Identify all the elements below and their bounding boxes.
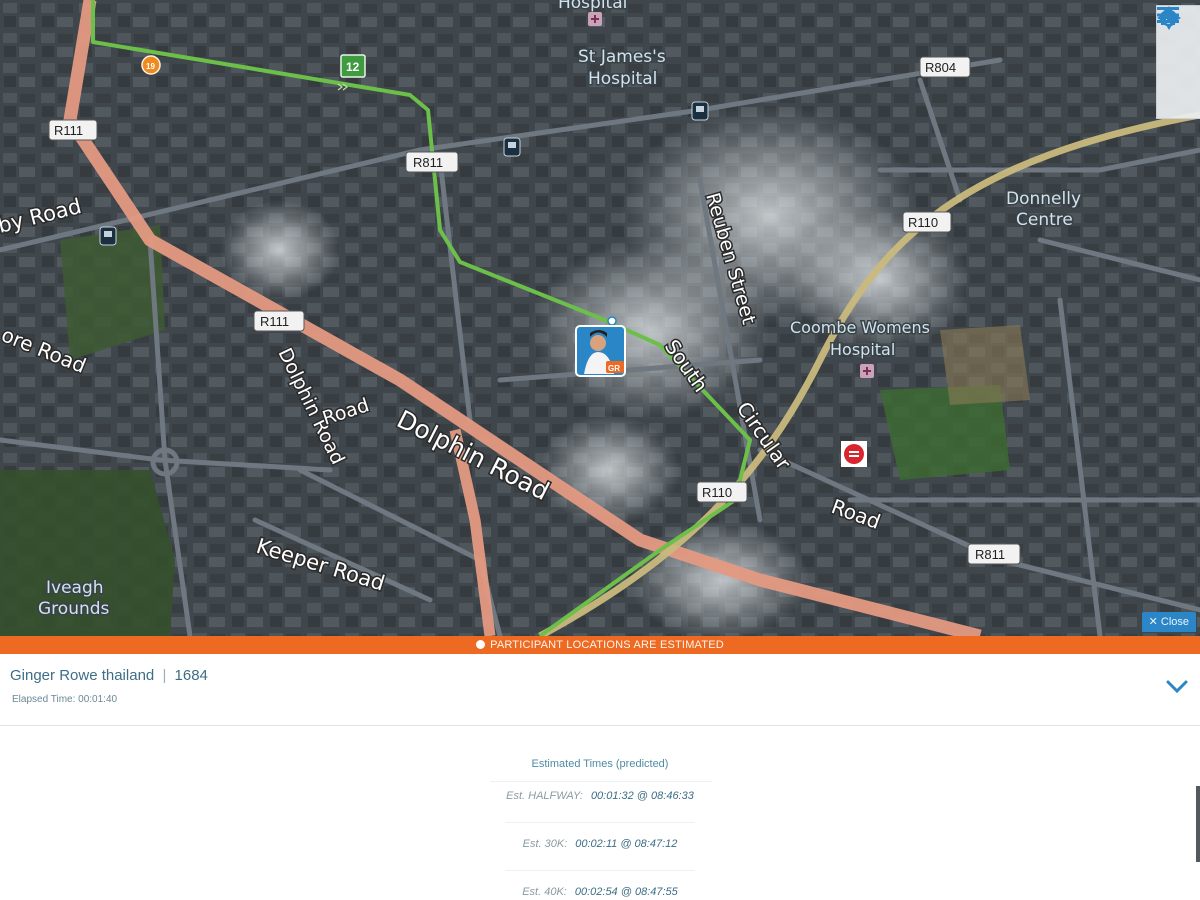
iveagh-label-2: Grounds — [38, 599, 110, 619]
svg-text:19: 19 — [146, 62, 155, 71]
divider — [505, 822, 695, 823]
estimate-value: 00:02:54 @ 08:47:55 — [574, 886, 678, 898]
svg-text:12: 12 — [346, 60, 360, 74]
participant-bib: 1684 — [174, 667, 208, 684]
coombe-label-1: Coombe Womens — [790, 318, 930, 337]
home-icon[interactable] — [1158, 7, 1197, 78]
estimate-label: Est. 30K: — [522, 838, 568, 850]
estimate-value: 00:01:32 @ 08:46:33 — [590, 790, 694, 802]
divider — [505, 870, 695, 871]
coombe-label-2: Hospital — [830, 340, 895, 359]
road-shield-r110: R110 — [902, 211, 952, 233]
road-shield-r111: R111 — [48, 119, 98, 141]
estimated-locations-banner: PARTICIPANT LOCATIONS ARE ESTIMATED — [0, 636, 1200, 654]
estimate-row-40k: Est. 40K: 00:02:54 @ 08:47:55 — [0, 886, 1200, 898]
name-separator: | — [162, 667, 167, 684]
svg-text:R110: R110 — [702, 485, 732, 500]
elapsed-value: 00:01:40 — [78, 694, 118, 705]
estimate-label: Est. 40K: — [522, 886, 567, 898]
estimate-row-30k: Est. 30K: 00:02:11 @ 08:47:12 — [0, 838, 1200, 871]
orange-marker-19[interactable]: 19 — [141, 55, 161, 75]
road-shield-r111: R111 — [253, 310, 305, 332]
hospital-top-label: Hospital — [558, 0, 627, 13]
st-james-label-2: Hospital — [588, 69, 657, 89]
road-shield-r110: R110 — [696, 481, 748, 503]
scrollbar-thumb[interactable] — [1196, 786, 1200, 862]
svg-text:GR: GR — [608, 364, 620, 373]
bus-stop-icon — [691, 101, 709, 121]
elapsed-time: Elapsed Time: 00:01:40 — [12, 694, 117, 705]
estimate-row-halfway: Est. HALFWAY: 00:01:32 @ 08:46:33 — [0, 790, 1200, 823]
participant-header[interactable]: Ginger Rowe thailand | 1684 Elapsed Time… — [0, 654, 1200, 726]
km-marker-12[interactable]: 12 — [340, 54, 366, 78]
participant-name-line: Ginger Rowe thailand | 1684 — [10, 667, 208, 684]
svg-text:R111: R111 — [54, 123, 83, 138]
map-controls — [1156, 5, 1200, 119]
bus-stop-icon — [99, 226, 117, 246]
road-shield-r811: R811 — [967, 543, 1021, 565]
chevron-down-icon[interactable] — [1166, 680, 1188, 698]
iveagh-label-1: Iveagh — [46, 578, 104, 598]
svg-text:R811: R811 — [975, 547, 1005, 562]
svg-text:R111: R111 — [260, 314, 289, 329]
cloud — [540, 415, 680, 525]
road-shield-r804: R804 — [919, 56, 971, 78]
estimate-value: 00:02:11 @ 08:47:12 — [575, 838, 678, 850]
cloud — [630, 520, 810, 636]
divider — [490, 781, 712, 782]
poi-marker-icon — [841, 441, 867, 467]
svg-text:R811: R811 — [413, 155, 443, 170]
runner-face-icon — [590, 335, 606, 351]
hospital-icon — [860, 364, 874, 378]
participant-name: Ginger Rowe thailand — [10, 667, 155, 684]
close-icon: ✕ — [1148, 616, 1158, 628]
bus-stop-icon — [503, 137, 521, 157]
race-map[interactable]: Dolphin Road Dolphin Road Road Keeper Ro… — [0, 0, 1200, 636]
close-map-button[interactable]: ✕ Close — [1141, 612, 1196, 632]
road-shield-r811: R811 — [405, 151, 459, 173]
hospital-icon — [588, 12, 602, 26]
estimated-times-panel: Estimated Times (predicted) Est. HALFWAY… — [0, 728, 1200, 900]
info-icon — [476, 640, 486, 649]
estimate-label: Est. HALFWAY: — [506, 790, 583, 802]
runner-avatar-marker[interactable]: GR — [575, 316, 626, 377]
close-label: Close — [1160, 616, 1189, 628]
donnelly-label-1: Donnelly — [1006, 189, 1081, 209]
map-canvas[interactable]: Dolphin Road Dolphin Road Road Keeper Ro… — [0, 0, 1200, 636]
st-james-label-1: St James's — [578, 47, 666, 67]
svg-text:R804: R804 — [925, 60, 956, 75]
estimated-times-title: Estimated Times (predicted) — [531, 758, 669, 770]
banner-text: PARTICIPANT LOCATIONS ARE ESTIMATED — [490, 639, 724, 651]
crosshair-icon[interactable] — [1157, 6, 1197, 113]
sports-field — [940, 325, 1030, 405]
svg-text:R110: R110 — [908, 215, 938, 230]
elapsed-label: Elapsed Time: — [12, 694, 76, 705]
donnelly-label-2: Centre — [1016, 210, 1073, 230]
